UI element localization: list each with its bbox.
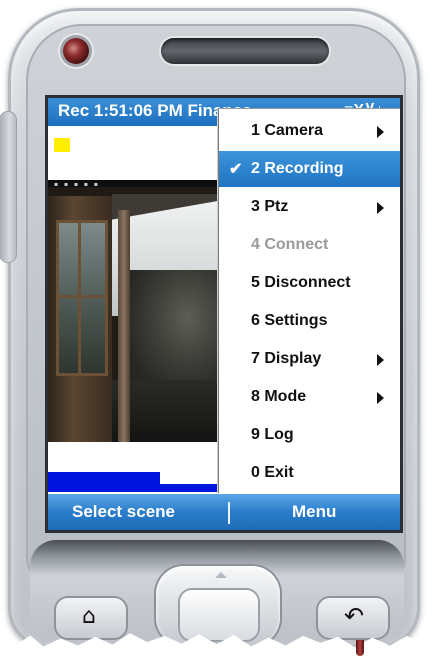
- menu-item-display[interactable]: 7 Display: [219, 341, 400, 377]
- menu-item-settings[interactable]: 6 Settings: [219, 303, 400, 339]
- recording-indicator: [54, 138, 70, 152]
- menu-item-camera[interactable]: 1 Camera: [219, 113, 400, 149]
- camera-lens: [63, 38, 89, 64]
- menu-item-label: 3 Ptz: [251, 198, 289, 215]
- menu-item-label: 7 Display: [251, 350, 322, 367]
- menu-item-label: 1 Camera: [251, 122, 324, 139]
- menu-item-label: 0 Exit: [251, 464, 294, 481]
- video-overlay-dots: ▪ ▪ ▪ ▪ ▪: [54, 181, 100, 188]
- earpiece-speaker: [161, 38, 329, 64]
- dpad-center-button[interactable]: [180, 590, 258, 640]
- video-window-mullion: [78, 220, 81, 376]
- side-volume-button[interactable]: [0, 112, 16, 262]
- chevron-right-icon: [377, 126, 384, 138]
- stylus-tip: [356, 640, 364, 656]
- menu-item-label: 9 Log: [251, 426, 294, 443]
- video-window: [56, 220, 108, 376]
- menu-item-label: 5 Disconnect: [251, 274, 351, 291]
- back-icon: ↶: [344, 602, 365, 630]
- menu-item-label: 8 Mode: [251, 388, 307, 405]
- menu-item-log[interactable]: 9 Log: [219, 417, 400, 453]
- chevron-right-icon: [377, 392, 384, 404]
- softkey-menu[interactable]: Menu: [292, 502, 336, 522]
- recording-progress-bar: [48, 472, 160, 484]
- dpad-up-icon: [215, 572, 227, 578]
- menu-item-ptz[interactable]: 3 Ptz: [219, 189, 400, 225]
- softkey-select-scene[interactable]: Select scene: [72, 502, 175, 522]
- menu-item-recording[interactable]: ✔ 2 Recording: [219, 151, 400, 187]
- video-overlay-bar: ▪ ▪ ▪ ▪ ▪: [48, 180, 226, 188]
- video-porch-post: [118, 210, 130, 442]
- chevron-right-icon: [377, 354, 384, 366]
- menu-item-exit[interactable]: 0 Exit: [219, 455, 400, 491]
- softkey-bar: Select scene Menu: [48, 494, 400, 530]
- context-menu: 1 Camera ✔ 2 Recording 3 Ptz 4 Connect 5…: [218, 108, 400, 493]
- check-icon: ✔: [229, 161, 243, 178]
- softkey-divider: [228, 502, 230, 524]
- video-trees: [130, 270, 226, 390]
- menu-item-label: 6 Settings: [251, 312, 328, 329]
- menu-item-mode[interactable]: 8 Mode: [219, 379, 400, 415]
- menu-item-disconnect[interactable]: 5 Disconnect: [219, 265, 400, 301]
- menu-item-label: 4 Connect: [251, 236, 329, 253]
- recording-progress-track: [48, 484, 226, 492]
- camera-video-view[interactable]: ▪ ▪ ▪ ▪ ▪: [48, 180, 226, 442]
- video-window-transom: [56, 295, 108, 298]
- home-icon: ⌂: [82, 604, 96, 629]
- menu-item-label: 2 Recording: [251, 160, 344, 177]
- menu-item-connect: 4 Connect: [219, 227, 400, 263]
- screen: Rec 1:51:06 PM Finance ≡X⊻↓ ▪ ▪ ▪ ▪ ▪ 1 …: [48, 98, 400, 530]
- chevron-right-icon: [377, 202, 384, 214]
